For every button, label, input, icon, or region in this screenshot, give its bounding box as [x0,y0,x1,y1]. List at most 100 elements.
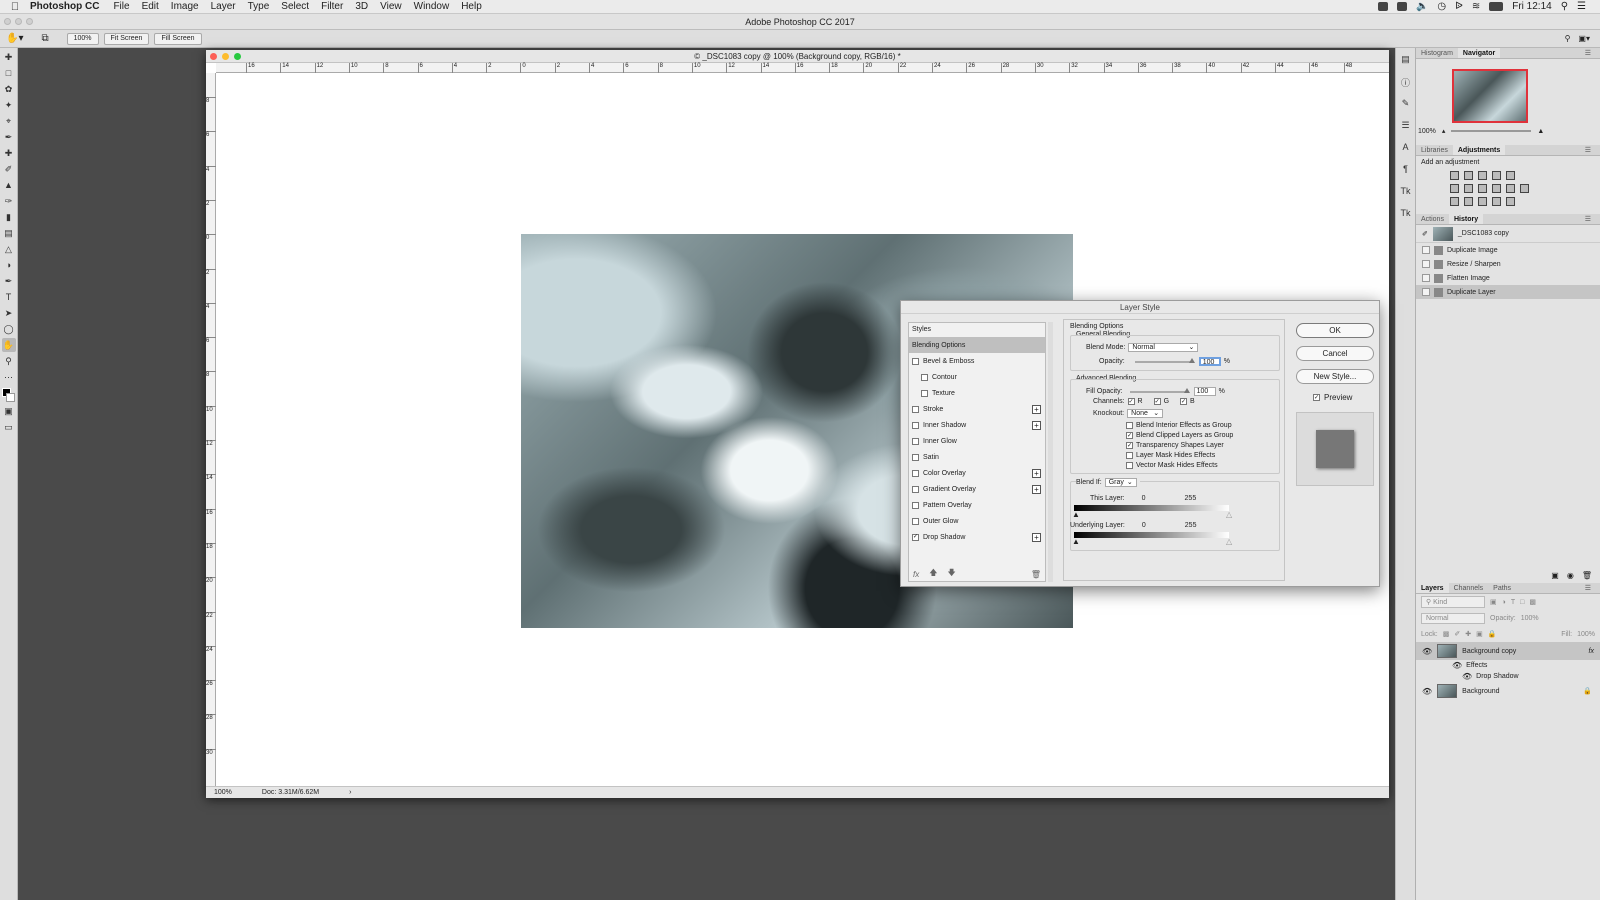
panel-menu-icon[interactable]: ☰ [1580,145,1596,156]
visibility-eye-icon[interactable]: 👁 [1452,661,1462,670]
horizontal-ruler[interactable]: 16 14 12 10 8 6 4 2 0 2 4 6 8 10 12 14 16 18 20 22 24 26 28 30 3… [216,63,1389,73]
layer-background-copy[interactable]: 👁 Background copy fx [1416,642,1600,660]
gradient-map-icon[interactable] [1506,197,1515,206]
filter-type-icon[interactable]: T [1511,599,1515,606]
layer-effect-drop-shadow[interactable]: 👁 Drop Shadow [1416,671,1600,682]
channel-r-checkbox[interactable] [1127,398,1135,405]
color-balance-icon[interactable] [1464,184,1473,193]
app-menu[interactable]: Photoshop CC [30,1,99,12]
lock-image-icon[interactable]: ✐ [1454,630,1460,638]
tab-libraries[interactable]: Libraries [1416,145,1453,155]
style-checkbox[interactable] [912,469,919,477]
filter-smart-object-icon[interactable]: ▩ [1529,598,1536,606]
history-item-selected[interactable]: Duplicate Layer [1416,285,1600,299]
clone-stamp-tool-icon[interactable]: ▲ [2,178,16,192]
style-item-gradient-overlay[interactable]: Gradient Overlay + [909,481,1045,497]
blend-mode-select[interactable]: Normal ⌄ [1128,343,1199,352]
menu-3d[interactable]: 3D [355,1,368,12]
invert-icon[interactable] [1450,197,1459,206]
style-item-satin[interactable]: Satin [909,449,1045,465]
zoom-icon[interactable] [26,18,33,25]
menu-edit[interactable]: Edit [142,1,159,12]
opacity-input[interactable]: 100 [1198,357,1221,366]
menu-filter[interactable]: Filter [321,1,343,12]
style-item-texture[interactable]: Texture [909,385,1045,401]
layer-fx-icon[interactable]: fx [1589,648,1600,655]
tab-paths[interactable]: Paths [1488,583,1516,593]
style-checkbox[interactable] [912,405,919,413]
tab-history[interactable]: History [1448,214,1484,224]
menu-file[interactable]: File [113,1,129,12]
add-effect-icon[interactable]: + [1032,404,1041,414]
lock-artboard-icon[interactable]: ▣ [1476,630,1483,638]
tab-navigator[interactable]: Navigator [1457,48,1501,58]
history-brush-source-icon[interactable]: ✐ [1422,230,1428,238]
properties-icon[interactable]: ▤ [1400,54,1412,66]
style-checkbox[interactable] [912,533,919,541]
lasso-tool-icon[interactable]: ✿ [2,82,16,96]
plugin-tk2-icon[interactable]: Tk [1400,208,1412,220]
marquee-tool-icon[interactable]: □ [2,66,16,80]
style-item-drop-shadow[interactable]: Drop Shadow + [909,529,1045,545]
knockout-select[interactable]: None ⌄ [1127,409,1164,418]
zoom-in-icon[interactable]: ▲ [1537,128,1544,135]
status-arrow-icon[interactable]: › [349,787,351,798]
style-item-inner-shadow[interactable]: Inner Shadow + [909,417,1045,433]
shape-tool-icon[interactable]: ◯ [2,322,16,336]
status-doc-size[interactable]: Doc: 3.31M/6.62M [262,787,319,798]
add-effect-icon[interactable]: + [1032,532,1041,542]
lock-position-icon[interactable]: ✚ [1465,630,1471,638]
path-selection-tool-icon[interactable]: ➤ [2,306,16,320]
visibility-eye-icon[interactable]: 👁 [1462,672,1472,681]
scroll-all-windows-icon[interactable]: ⧉ [41,33,48,44]
navigator-zoom-value[interactable]: 100% [1418,128,1436,135]
bluetooth-icon[interactable]: ᐉ [1455,1,1463,12]
this-layer-white-slider[interactable]: △ [1226,510,1232,519]
history-source-box[interactable] [1422,288,1430,296]
style-checkbox[interactable] [921,373,928,381]
pen-tool-icon[interactable]: ✒ [2,274,16,288]
workspace-icon[interactable]: ▣▾ [1578,34,1590,43]
apple-icon[interactable]:  [0,1,30,13]
slider-knob[interactable] [1188,357,1195,363]
menu-layer[interactable]: Layer [211,1,236,12]
dodge-tool-icon[interactable]: ◑ [2,258,16,272]
fill-screen-button[interactable]: Fill Screen [154,32,202,45]
blur-tool-icon[interactable]: △ [2,242,16,256]
time-machine-icon[interactable]: ◷ [1437,1,1446,12]
move-up-icon[interactable]: 🡅 [929,567,937,581]
navigator-zoom-slider[interactable] [1451,130,1532,132]
wifi-icon[interactable]: ≋ [1472,1,1480,12]
vertical-ruler[interactable]: 8 6 4 2 0 2 4 6 8 10 12 14 16 18 20 22 24 26 28 30 [206,73,216,786]
character-icon[interactable]: A [1400,142,1412,154]
menubar-clock[interactable]: Fri 12:14 [1512,1,1551,12]
move-down-icon[interactable]: 🡇 [947,567,955,581]
style-item-blending-options[interactable]: Blending Options [909,337,1045,353]
advanced-checkbox[interactable] [1126,432,1133,439]
style-checkbox[interactable] [921,389,928,397]
style-checkbox[interactable] [912,501,919,509]
underlying-layer-gradient[interactable] [1074,532,1229,538]
notification-center-icon[interactable]: ☰ [1577,1,1586,12]
panel-menu-icon[interactable]: ☰ [1580,583,1596,594]
style-item-stroke[interactable]: Stroke + [909,401,1045,417]
fit-screen-button[interactable]: Fit Screen [103,32,150,45]
lock-all-icon[interactable]: 🔒 [1488,630,1497,638]
layer-effects-row[interactable]: 👁 Effects [1416,660,1600,671]
layer-name[interactable]: Background copy [1462,648,1516,655]
style-item-contour[interactable]: Contour [909,369,1045,385]
more-tools-icon[interactable]: ⋯ [2,370,16,384]
advanced-checkbox[interactable] [1126,452,1133,459]
volume-icon[interactable]: 🔈 [1416,1,1428,12]
tab-histogram[interactable]: Histogram [1416,48,1458,58]
opacity-slider[interactable] [1134,357,1195,363]
eyedropper-tool-icon[interactable]: ✒ [2,130,16,144]
adjust-icon[interactable]: ☰ [1400,120,1412,132]
selective-color-icon[interactable] [1492,197,1501,206]
hue-saturation-icon[interactable] [1450,184,1459,193]
battery-icon[interactable] [1489,2,1504,11]
visibility-eye-icon[interactable]: 👁 [1422,647,1432,656]
black-white-icon[interactable] [1478,184,1487,193]
new-style-button[interactable]: New Style... [1296,369,1374,384]
spotlight-search-icon[interactable]: ⚲ [1561,1,1568,12]
